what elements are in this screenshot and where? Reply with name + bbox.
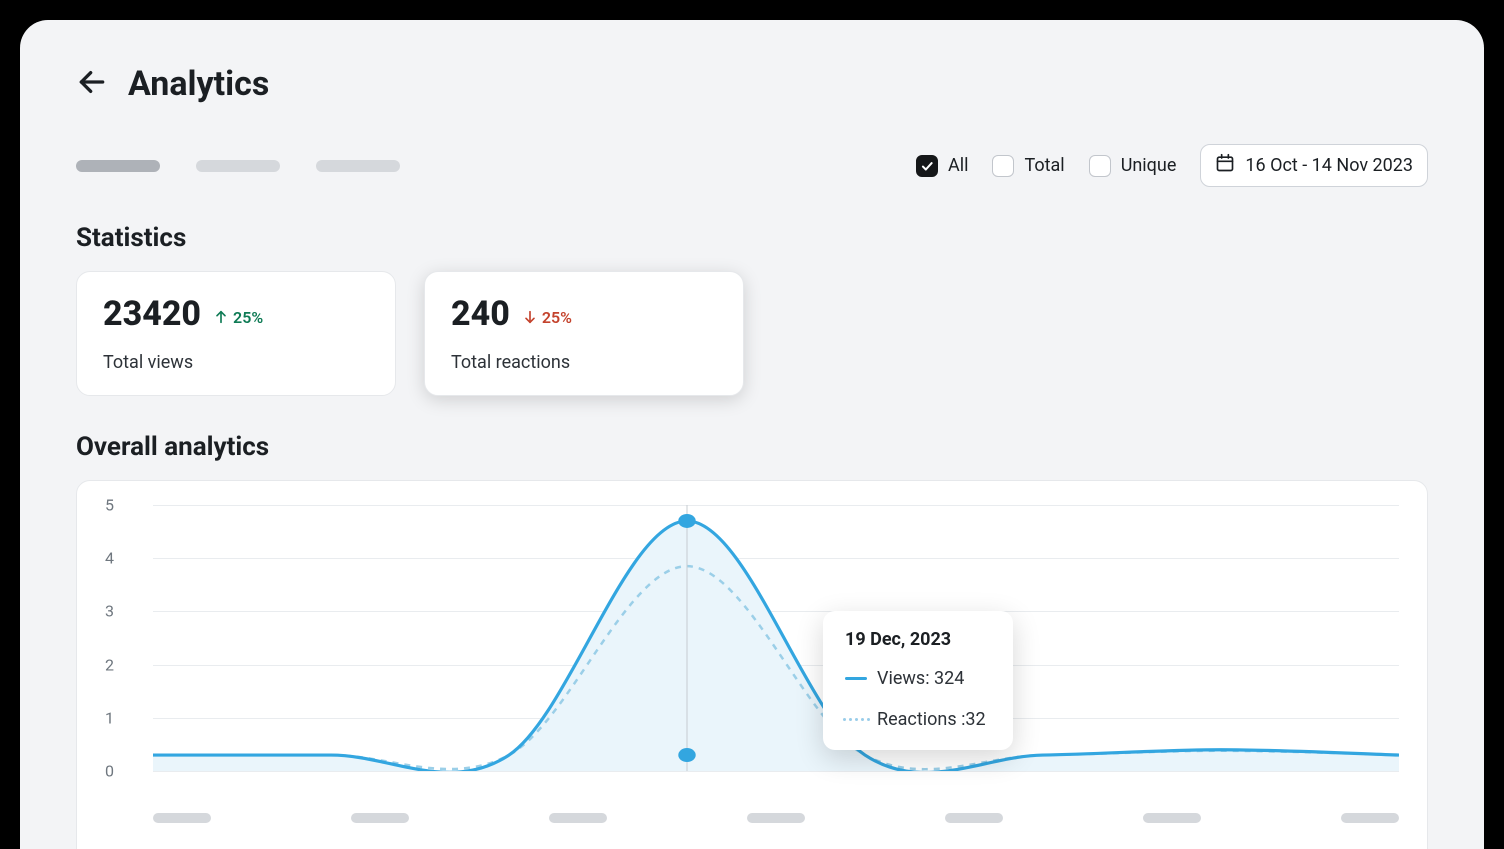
tooltip-swatch-solid-icon [845, 677, 867, 680]
stat-delta-value: 25% [233, 308, 263, 327]
tooltip-swatch-dotted-icon [845, 718, 867, 721]
y-tick: 0 [105, 762, 114, 781]
filter-controls: All Total Unique 16 Oct - 14 Nov 2023 [916, 144, 1428, 187]
checkbox-label: Unique [1121, 155, 1177, 176]
tab-skeleton[interactable] [196, 160, 280, 172]
stat-delta-up: 25% [213, 308, 263, 327]
tooltip-value: Views: 324 [877, 666, 964, 691]
date-range-label: 16 Oct - 14 Nov 2023 [1245, 155, 1413, 176]
tabs-skeleton [76, 160, 400, 172]
stat-card-views[interactable]: 23420 25% Total views [76, 271, 396, 396]
y-tick: 2 [105, 655, 114, 674]
chart-y-ticks: 012345 [105, 505, 133, 771]
checkbox-box [992, 155, 1014, 177]
checkbox-box [916, 155, 938, 177]
arrow-up-icon [213, 309, 229, 325]
tooltip-row-reactions: Reactions :32 [845, 707, 991, 732]
calendar-icon [1215, 153, 1235, 178]
y-tick: 5 [105, 496, 114, 515]
filter-bar: All Total Unique 16 Oct - 14 Nov 2023 [76, 144, 1428, 187]
tooltip-date: 19 Dec, 2023 [845, 629, 991, 650]
checkbox-label: All [948, 155, 969, 176]
x-tick-skeleton [351, 813, 409, 823]
stat-label: Total reactions [451, 352, 717, 373]
x-tick-skeleton [549, 813, 607, 823]
chart-svg [153, 505, 1399, 771]
checkbox-unique[interactable]: Unique [1089, 155, 1177, 177]
chart-tooltip: 19 Dec, 2023 Views: 324 Reactions :32 [823, 611, 1013, 750]
x-tick-skeleton [945, 813, 1003, 823]
overall-chart-card: 0 1 2 3 4 5 19 Dec, 2023 Views: 324 Reactions… [76, 480, 1428, 849]
date-range-picker[interactable]: 16 Oct - 14 Nov 2023 [1200, 144, 1428, 187]
y-tick: 3 [105, 602, 114, 621]
x-tick-skeleton [747, 813, 805, 823]
x-tick-skeleton [153, 813, 211, 823]
page-title: Analytics [128, 64, 269, 104]
stat-card-reactions[interactable]: 240 25% Total reactions [424, 271, 744, 396]
checkbox-total[interactable]: Total [992, 155, 1064, 177]
stat-value: 240 [451, 294, 510, 334]
stat-value: 23420 [103, 294, 201, 334]
page-frame: Analytics All Total [20, 20, 1484, 849]
page-header: Analytics [76, 64, 1428, 104]
stat-delta-value: 25% [542, 308, 572, 327]
tab-skeleton-active[interactable] [76, 160, 160, 172]
back-arrow-icon[interactable] [76, 66, 108, 102]
checkbox-label: Total [1024, 155, 1064, 176]
checkbox-box [1089, 155, 1111, 177]
chart-x-ticks [153, 813, 1399, 823]
chart-plot[interactable]: 012345 19 Dec, 2023 Views: 324 Reactions… [105, 505, 1399, 805]
tooltip-value: Reactions :32 [877, 707, 986, 732]
tab-skeleton[interactable] [316, 160, 400, 172]
stat-delta-down: 25% [522, 308, 572, 327]
tooltip-row-views: Views: 324 [845, 666, 991, 691]
overall-title: Overall analytics [76, 432, 1428, 462]
y-tick: 1 [105, 708, 114, 727]
arrow-down-icon [522, 309, 538, 325]
stat-label: Total views [103, 352, 369, 373]
y-tick: 4 [105, 549, 114, 568]
x-tick-skeleton [1143, 813, 1201, 823]
checkbox-all[interactable]: All [916, 155, 969, 177]
x-tick-skeleton [1341, 813, 1399, 823]
stats-row: 23420 25% Total views 240 25% Total reac… [76, 271, 1428, 396]
statistics-title: Statistics [76, 223, 1428, 253]
